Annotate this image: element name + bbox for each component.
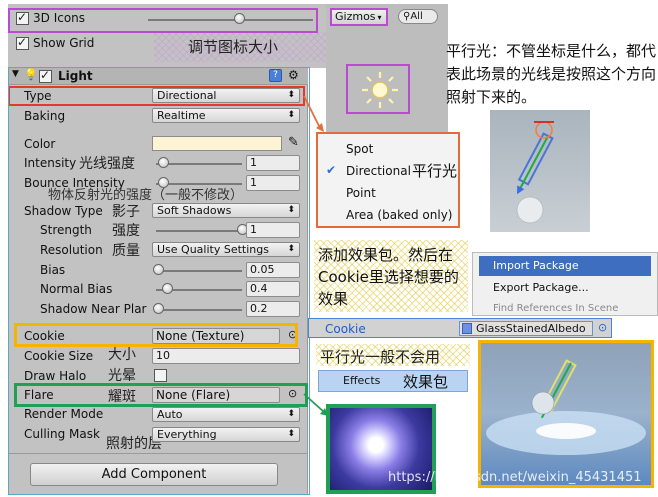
menu-item-find-references[interactable]: Find References In Scene [493,303,618,314]
cookie-row-label: Cookie [325,322,366,336]
object-picker-icon[interactable]: ⊙ [598,321,607,334]
texture-icon [462,323,472,334]
show-grid-checkbox[interactable] [16,35,29,50]
search-field[interactable]: ⚲All [398,9,438,24]
menu-item-spot[interactable]: Spot [346,142,373,156]
cookie-texture-value: GlassStainedAlbedo [476,322,586,335]
menu-item-area[interactable]: Area (baked only) [346,208,452,222]
menu-item-export-package[interactable]: Export Package... [493,281,589,294]
effects-annotation: 效果包 [403,373,449,391]
cookie-illustration [486,359,646,455]
menu-item-directional[interactable]: Directional [346,164,411,178]
cookie-texture-field[interactable]: GlassStainedAlbedo [459,321,593,336]
checkmark-icon: ✔ [326,163,337,177]
effects-package[interactable]: Effects 效果包 [318,370,468,392]
chevron-down-icon: ▾ [377,13,382,22]
menu-item-point[interactable]: Point [346,186,376,200]
show-grid-label: Show Grid [33,36,95,50]
icons-3d-highlight [8,8,318,33]
menu-item-import-package[interactable]: Import Package [493,259,579,272]
gizmos-label: Gizmos [335,10,376,23]
inspector-outline [8,67,310,495]
directional-annotation: 平行光 [412,162,458,180]
gizmos-dropdown[interactable]: Gizmos ▾ [330,8,388,26]
light-gizmo-illustration [516,121,554,224]
directional-description: 平行光：不管坐标是什么，都代表此场景的光线是按照这个方向照射下来的。 [446,42,657,106]
directional-scene-preview [490,110,590,232]
search-placeholder: All [410,11,423,22]
effects-label: Effects [343,374,381,387]
cookie-rare-annotation: 平行光一般不会用 [320,348,441,366]
watermark: https://blog.csdn.net/weixin_45431451 [388,470,642,485]
cookie-row: Cookie GlassStainedAlbedo ⊙ [308,318,612,338]
assets-context-menu: Import Package Export Package... Find Re… [472,252,658,316]
cookie-scene-preview [478,340,654,488]
cookie-note: 添加效果包。然后在Cookie里选择想要的效果 [318,246,459,308]
icon-size-annotation: 调节图标大小 [188,38,279,56]
light-type-menu: Spot ✔ Directional 平行光 Point Area (baked… [316,132,460,228]
sun-icon [362,72,398,108]
